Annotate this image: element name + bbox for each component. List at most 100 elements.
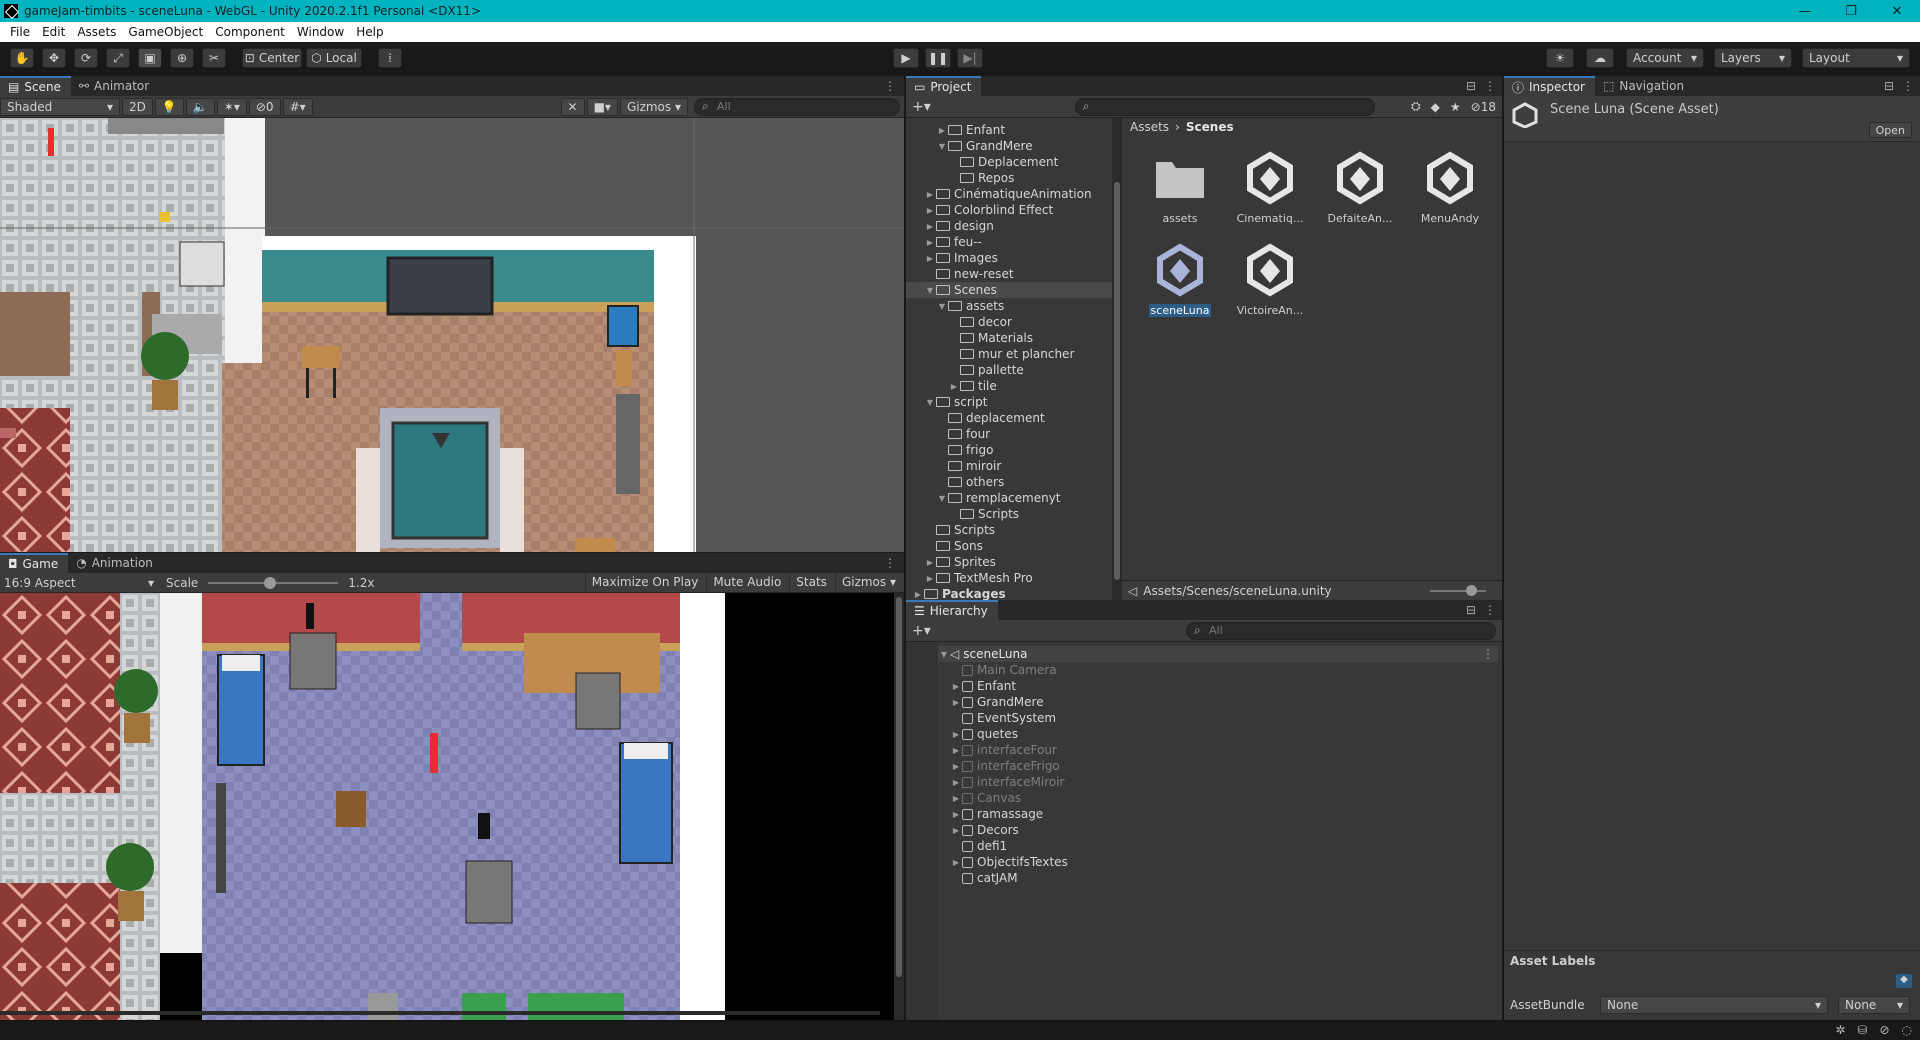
hierarchy-item[interactable]: ▶ Decors (938, 822, 1498, 838)
filter-type-icon[interactable]: ⛭ (1411, 99, 1421, 114)
maximize-on-play-toggle[interactable]: Maximize On Play (584, 572, 705, 591)
hierarchy-item[interactable]: ▶ Canvas (938, 790, 1498, 806)
grid-icon[interactable]: #▾ (282, 97, 313, 116)
pause-button[interactable]: ❚❚ (925, 48, 951, 68)
project-tree-item[interactable]: ▶ Images (906, 250, 1112, 266)
chevron-down-icon[interactable]: ▼ (924, 398, 936, 407)
project-tree-item[interactable]: four (906, 426, 1112, 442)
move-tool-icon[interactable]: ✥ (42, 48, 66, 68)
progress-icon[interactable]: ◌ (1902, 1023, 1912, 1037)
breadcrumb-scenes[interactable]: Scenes (1186, 120, 1234, 134)
pivot-toggle[interactable]: ⊡ Center (242, 48, 302, 68)
panel-menu-icon[interactable]: ⋮ (1902, 79, 1914, 93)
menu-file[interactable]: File (4, 25, 36, 39)
asset-tile[interactable]: sceneLuna (1140, 236, 1220, 317)
project-tree-item[interactable]: ▼ Scenes (906, 282, 1112, 298)
menu-window[interactable]: Window (291, 25, 350, 39)
asset-tile[interactable]: VictoireAn... (1230, 236, 1310, 317)
chevron-right-icon[interactable]: ▶ (950, 698, 962, 707)
rotate-tool-icon[interactable]: ⟳ (74, 48, 98, 68)
tab-scene[interactable]: ▤ Scene (0, 76, 71, 96)
maximize-button[interactable]: ❐ (1828, 0, 1874, 22)
step-button[interactable]: ▶| (957, 48, 983, 68)
tab-animation[interactable]: ◔ Animation (68, 553, 163, 573)
tools-icon[interactable]: ✕ (560, 97, 585, 116)
menu-assets[interactable]: Assets (71, 25, 122, 39)
auto-generate-icon[interactable]: ⊘ (1879, 1023, 1889, 1037)
project-tree-item[interactable]: ▶ tile (906, 378, 1112, 394)
chevron-right-icon[interactable]: ▶ (924, 254, 936, 263)
create-asset-button[interactable]: +▾ (906, 99, 937, 115)
asset-tile[interactable]: Cinematiq... (1230, 144, 1310, 225)
chevron-right-icon[interactable]: ▶ (950, 826, 962, 835)
minimize-button[interactable]: — (1782, 0, 1828, 22)
chevron-right-icon[interactable]: ▶ (924, 222, 936, 231)
project-tree-item[interactable]: Materials (906, 330, 1112, 346)
project-tree-scrollbar-thumb[interactable] (1114, 182, 1120, 580)
chevron-down-icon[interactable]: ▼ (936, 302, 948, 311)
chevron-right-icon[interactable]: ▶ (924, 206, 936, 215)
scale-slider[interactable] (208, 574, 339, 592)
hierarchy-item[interactable]: ▶ interfaceMiroir (938, 774, 1498, 790)
project-tree-item[interactable]: Sons (906, 538, 1112, 554)
asset-tile[interactable]: DefaiteAn... (1320, 144, 1400, 225)
assetbundle-dropdown[interactable]: None ▾ (1600, 996, 1828, 1014)
hierarchy-item[interactable]: ▶ GrandMere (938, 694, 1498, 710)
account-dropdown[interactable]: Account ▾ (1626, 48, 1704, 68)
project-tree-item[interactable]: decor (906, 314, 1112, 330)
cache-icon[interactable]: ⛁ (1857, 1023, 1867, 1037)
project-tree-scrollbar[interactable] (1112, 118, 1122, 600)
menu-gameobject[interactable]: GameObject (122, 25, 209, 39)
chevron-right-icon[interactable]: ▶ (950, 730, 962, 739)
chevron-right-icon[interactable]: ▶ (948, 382, 960, 391)
scene-view[interactable] (0, 118, 904, 552)
project-tree-item[interactable]: miroir (906, 458, 1112, 474)
chevron-right-icon[interactable]: ▶ (924, 238, 936, 247)
close-button[interactable]: ✕ (1874, 0, 1920, 22)
chevron-right-icon[interactable]: ▶ (950, 778, 962, 787)
chevron-right-icon[interactable]: ▶ (936, 126, 948, 135)
chevron-right-icon[interactable]: ▶ (924, 190, 936, 199)
open-button[interactable]: Open (1868, 122, 1912, 138)
effects-icon[interactable]: ✶▾ (216, 97, 247, 116)
hierarchy-item[interactable]: ▶ Enfant (938, 678, 1498, 694)
project-tree-item[interactable]: ▼ remplacemenyt (906, 490, 1112, 506)
lock-icon[interactable]: ⊟ (1466, 603, 1476, 617)
rect-tool-icon[interactable]: ▣ (138, 48, 162, 68)
hierarchy-item[interactable]: ▶ ObjectifsTextes (938, 854, 1498, 870)
scene-menu-icon[interactable]: ⋮ (1482, 647, 1498, 661)
hierarchy-item[interactable]: defi1 (938, 838, 1498, 854)
project-tree-item[interactable]: Deplacement (906, 154, 1112, 170)
icon-size-handle[interactable] (1466, 584, 1477, 596)
hierarchy-item[interactable]: Main Camera (938, 662, 1498, 678)
project-tree-item[interactable]: deplacement (906, 410, 1112, 426)
hidden-packages-toggle[interactable]: ⊘18 (1471, 100, 1496, 114)
project-tree-item[interactable]: Scripts (906, 522, 1112, 538)
chevron-right-icon[interactable]: ▶ (950, 810, 962, 819)
project-tree-item[interactable]: ▶ feu-- (906, 234, 1112, 250)
menu-edit[interactable]: Edit (36, 25, 71, 39)
game-scrollbar-thumb[interactable] (896, 597, 902, 977)
hierarchy-search-input[interactable]: All (1186, 621, 1496, 640)
chevron-right-icon[interactable]: ▶ (950, 762, 962, 771)
shading-dropdown[interactable]: Shaded ▾ (0, 97, 120, 116)
tab-animator[interactable]: ⚯ Animator (71, 76, 159, 96)
hierarchy-item[interactable]: catJAM (938, 870, 1498, 886)
chevron-right-icon[interactable]: ▶ (950, 858, 962, 867)
scale-slider-handle[interactable] (264, 576, 277, 589)
asset-tile[interactable]: assets (1140, 144, 1220, 225)
audio-icon[interactable]: 🔈 (185, 97, 215, 116)
project-tree-item[interactable]: others (906, 474, 1112, 490)
scale-tool-icon[interactable]: ⤢ (106, 48, 130, 68)
hidden-objects-toggle[interactable]: ⊘ 0 (248, 97, 281, 116)
mute-audio-toggle[interactable]: Mute Audio (706, 572, 788, 591)
panel-menu-icon[interactable]: ⋮ (884, 76, 904, 96)
tab-hierarchy[interactable]: ☰ Hierarchy (906, 600, 998, 620)
space-toggle[interactable]: ⬡ Local (306, 48, 362, 68)
hierarchy-item[interactable]: EventSystem (938, 710, 1498, 726)
filter-label-icon[interactable]: ◆ (1431, 100, 1440, 114)
custom-tool-icon[interactable]: ✂ (202, 48, 226, 68)
game-scrollbar[interactable] (894, 593, 904, 1020)
layers-dropdown[interactable]: Layers ▾ (1714, 48, 1792, 68)
project-tree-item[interactable]: new-reset (906, 266, 1112, 282)
